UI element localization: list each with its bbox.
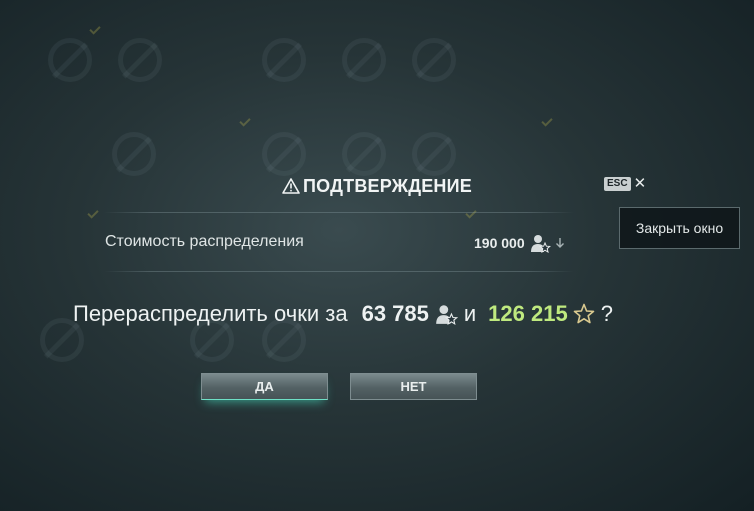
bg-check-icon — [541, 115, 553, 127]
bg-skill-icon — [262, 38, 306, 82]
commander-xp-icon — [434, 302, 458, 326]
yes-button[interactable]: ДА — [201, 373, 328, 400]
close-icon[interactable]: ✕ — [634, 176, 647, 191]
elite-xp-star-icon — [573, 303, 595, 325]
bg-skill-icon — [412, 38, 456, 82]
divider — [104, 212, 574, 213]
bg-skill-icon — [342, 38, 386, 82]
question-mark: ? — [600, 301, 613, 326]
bg-skill-icon — [48, 38, 92, 82]
elite-xp-value: 126 215 — [488, 301, 568, 326]
cost-amount: 190 000 — [474, 235, 525, 251]
close-tooltip: Закрыть окно — [619, 207, 740, 249]
redistribute-question: Перераспределить очки за 63 785 и 126 21… — [73, 301, 693, 327]
question-prefix: Перераспределить очки за — [73, 301, 348, 326]
cost-label: Стоимость распределения — [105, 233, 304, 250]
divider — [104, 271, 574, 272]
bg-skill-icon — [412, 132, 456, 176]
background-skill-grid — [0, 0, 754, 511]
bg-skill-icon — [118, 38, 162, 82]
bg-skill-icon — [262, 132, 306, 176]
warning-triangle-icon — [282, 178, 300, 194]
dialog-title-text: ПОДТВЕРЖДЕНИЕ — [303, 176, 472, 196]
bg-skill-icon — [112, 132, 156, 176]
no-button[interactable]: НЕТ — [350, 373, 477, 400]
arrow-down-icon — [555, 237, 565, 249]
cost-value: 190 000 — [474, 233, 565, 253]
bg-skill-icon — [342, 132, 386, 176]
bg-check-icon — [239, 115, 251, 127]
bg-check-icon — [87, 207, 99, 219]
conjunction: и — [463, 301, 477, 326]
esc-key-badge: ESC — [604, 177, 631, 191]
commander-xp-value: 63 785 — [361, 301, 429, 326]
close-control[interactable]: ESC ✕ — [604, 176, 647, 191]
bg-check-icon — [465, 207, 477, 219]
commander-xp-icon — [529, 233, 551, 253]
bg-check-icon — [89, 23, 101, 35]
